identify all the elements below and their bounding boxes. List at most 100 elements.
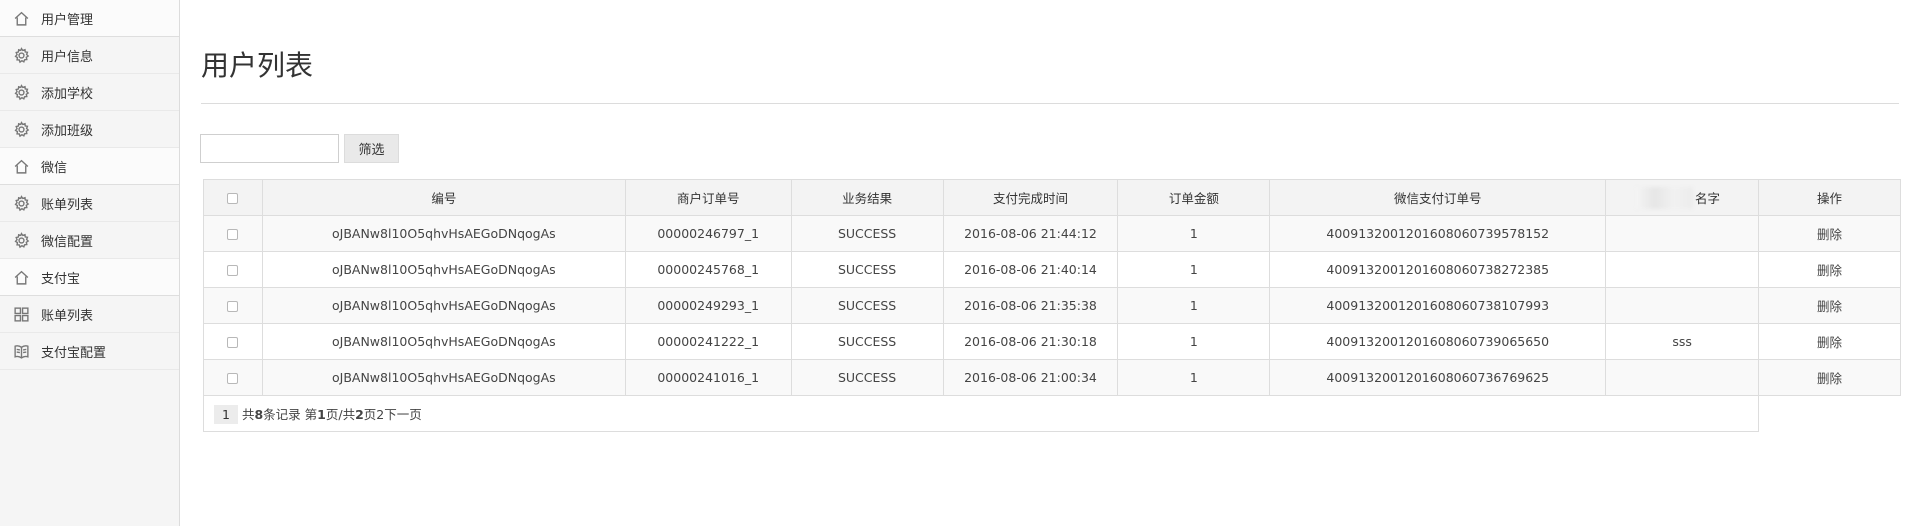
header-time[interactable]: 支付完成时间 bbox=[942, 179, 1119, 216]
home-icon bbox=[12, 157, 30, 175]
row-checkbox[interactable] bbox=[227, 337, 239, 348]
sidebar-item-1[interactable]: 用户信息 bbox=[0, 37, 179, 74]
pager-text: 共 bbox=[241, 406, 255, 422]
cell-order: 00000245768_1 bbox=[624, 251, 792, 288]
select-all-checkbox[interactable] bbox=[227, 193, 239, 204]
sidebar-item-6[interactable]: 微信配置 bbox=[0, 222, 179, 259]
cell-time: 2016-08-06 21:35:38 bbox=[942, 287, 1119, 324]
sidebar-item-3[interactable]: 添加班级 bbox=[0, 111, 179, 148]
sidebar: 用户管理 用户信息 添加学校 添加班级 微信 账单列表 微信配置 支付宝 账单列表 支付宝配置 bbox=[0, 0, 180, 526]
delete-link[interactable]: 删除 bbox=[1817, 371, 1842, 386]
pager-text: 页 bbox=[363, 406, 377, 422]
sidebar-item-9[interactable]: 支付宝配置 bbox=[0, 333, 179, 370]
cell-wx-order: 4009132001201608060736769625 bbox=[1269, 359, 1607, 396]
sidebar-item-2[interactable]: 添加学校 bbox=[0, 74, 179, 111]
sidebar-item-label: 支付宝 bbox=[41, 271, 81, 287]
cell-name bbox=[1605, 359, 1760, 396]
header-order[interactable]: 商户订单号 bbox=[624, 179, 792, 216]
cell-result: SUCCESS bbox=[790, 359, 944, 396]
pager-page: 1 bbox=[317, 406, 326, 422]
row-select-cell bbox=[203, 359, 263, 396]
cell-order: 00000241222_1 bbox=[624, 323, 792, 360]
table-row: oJBANw8l10O5qhvHsAEGoDNqogAs 00000245768_… bbox=[203, 251, 1901, 288]
cell-order: 00000249293_1 bbox=[624, 287, 792, 324]
gear-icon bbox=[12, 83, 30, 101]
filter-input[interactable] bbox=[200, 134, 339, 163]
delete-link[interactable]: 删除 bbox=[1817, 299, 1842, 314]
sidebar-item-5[interactable]: 账单列表 bbox=[0, 185, 179, 222]
sidebar-item-label: 账单列表 bbox=[41, 308, 94, 324]
cell-amount: 1 bbox=[1117, 359, 1271, 396]
row-checkbox[interactable] bbox=[227, 229, 239, 240]
pager-row: 1 共8条记录 第1页/共2页2下一页 bbox=[202, 395, 1901, 432]
delete-link[interactable]: 删除 bbox=[1817, 335, 1842, 350]
cell-result: SUCCESS bbox=[790, 215, 944, 252]
cell-id: oJBANw8l10O5qhvHsAEGoDNqogAs bbox=[261, 215, 626, 252]
row-checkbox[interactable] bbox=[227, 373, 239, 384]
sidebar-item-label: 用户信息 bbox=[41, 49, 94, 65]
header-result[interactable]: 业务结果 bbox=[790, 179, 944, 216]
pager: 1 共8条记录 第1页/共2页2下一页 bbox=[202, 395, 1760, 432]
grid-icon bbox=[12, 305, 30, 323]
cell-name: sss bbox=[1605, 323, 1760, 360]
cell-order: 00000241016_1 bbox=[624, 359, 792, 396]
cell-wx-order: 4009132001201608060738107993 bbox=[1269, 287, 1607, 324]
pager-total-records: 8 bbox=[254, 406, 264, 422]
sidebar-item-4[interactable]: 微信 bbox=[0, 148, 179, 185]
cell-name bbox=[1605, 215, 1760, 252]
sidebar-item-8[interactable]: 账单列表 bbox=[0, 296, 179, 333]
sidebar-item-7[interactable]: 支付宝 bbox=[0, 259, 179, 296]
cell-time: 2016-08-06 21:40:14 bbox=[942, 251, 1119, 288]
cell-time: 2016-08-06 21:44:12 bbox=[942, 215, 1119, 252]
title-divider bbox=[201, 103, 1899, 104]
header-action: 操作 bbox=[1758, 179, 1901, 216]
home-icon bbox=[12, 9, 30, 27]
table-row: oJBANw8l10O5qhvHsAEGoDNqogAs 00000241222_… bbox=[203, 323, 1901, 360]
cell-id: oJBANw8l10O5qhvHsAEGoDNqogAs bbox=[261, 359, 626, 396]
header-name-label: 名字 bbox=[1695, 191, 1721, 206]
pager-empty-cell bbox=[1758, 395, 1901, 432]
cell-name bbox=[1605, 251, 1760, 288]
pager-current-page[interactable]: 1 bbox=[214, 404, 238, 424]
row-checkbox[interactable] bbox=[227, 265, 239, 276]
header-amount[interactable]: 订单金额 bbox=[1117, 179, 1271, 216]
sidebar-item-label: 账单列表 bbox=[41, 197, 94, 213]
filter-button[interactable]: 筛选 bbox=[344, 134, 399, 163]
cell-result: SUCCESS bbox=[790, 251, 944, 288]
select-all-cell bbox=[203, 179, 263, 216]
sidebar-item-label: 支付宝配置 bbox=[41, 345, 107, 361]
gear-icon bbox=[12, 120, 30, 138]
cell-wx-order: 4009132001201608060739065650 bbox=[1269, 323, 1607, 360]
cell-action: 删除 bbox=[1758, 359, 1901, 396]
cell-amount: 1 bbox=[1117, 287, 1271, 324]
cell-amount: 1 bbox=[1117, 251, 1271, 288]
cell-time: 2016-08-06 21:00:34 bbox=[942, 359, 1119, 396]
sidebar-item-label: 微信配置 bbox=[41, 234, 94, 250]
sidebar-item-label: 添加班级 bbox=[41, 123, 94, 139]
header-wx-order[interactable]: 微信支付订单号 bbox=[1269, 179, 1607, 216]
row-select-cell bbox=[203, 287, 263, 324]
order-table: 编号 商户订单号 业务结果 支付完成时间 订单金额 微信支付订单号 名字 操作 … bbox=[202, 179, 1901, 432]
pager-text: 条记录 第 bbox=[263, 406, 318, 422]
gear-icon bbox=[12, 231, 30, 249]
sidebar-item-0[interactable]: 用户管理 bbox=[0, 0, 179, 37]
cell-amount: 1 bbox=[1117, 215, 1271, 252]
gear-icon bbox=[12, 46, 30, 64]
cell-id: oJBANw8l10O5qhvHsAEGoDNqogAs bbox=[261, 287, 626, 324]
sidebar-item-label: 用户管理 bbox=[41, 12, 94, 28]
cell-result: SUCCESS bbox=[790, 287, 944, 324]
delete-link[interactable]: 删除 bbox=[1817, 263, 1842, 278]
pager-text: 页/共 bbox=[325, 406, 356, 422]
sidebar-item-label: 微信 bbox=[41, 160, 68, 176]
cell-action: 删除 bbox=[1758, 287, 1901, 324]
redacted-area bbox=[1636, 187, 1693, 209]
pager-next-link[interactable]: 下一页 bbox=[384, 407, 422, 422]
cell-action: 删除 bbox=[1758, 323, 1901, 360]
cell-id: oJBANw8l10O5qhvHsAEGoDNqogAs bbox=[261, 251, 626, 288]
header-id[interactable]: 编号 bbox=[261, 179, 626, 216]
row-checkbox[interactable] bbox=[227, 301, 239, 312]
delete-link[interactable]: 删除 bbox=[1817, 227, 1842, 242]
gear-icon bbox=[12, 194, 30, 212]
cell-wx-order: 4009132001201608060739578152 bbox=[1269, 215, 1607, 252]
pager-pages: 2 bbox=[355, 406, 364, 422]
